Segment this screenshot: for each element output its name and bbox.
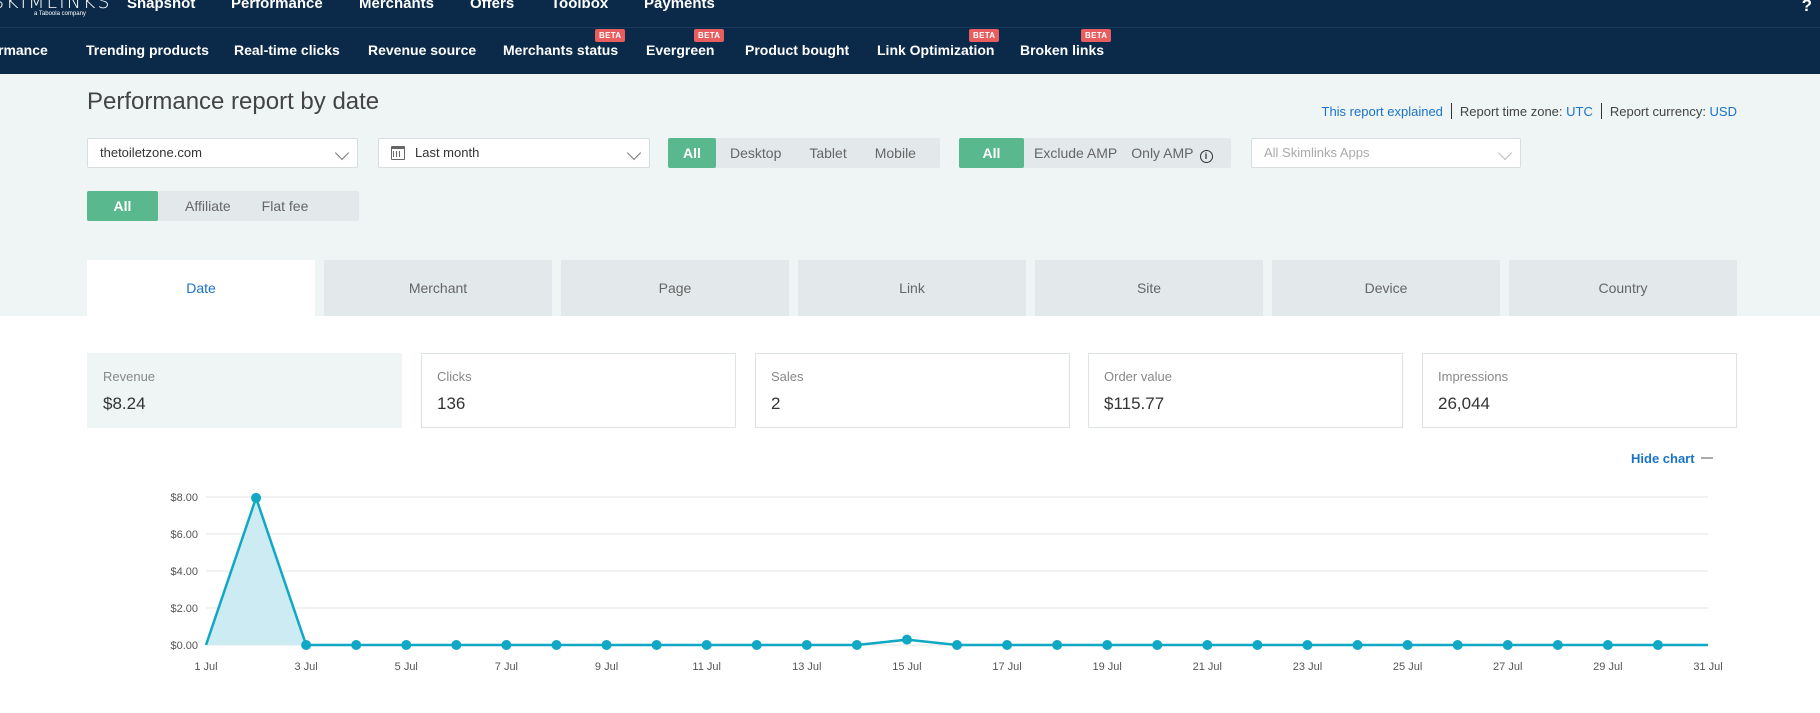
y-tick-label: $2.00: [170, 603, 198, 615]
data-point: [851, 640, 862, 650]
data-point: [1252, 640, 1263, 650]
data-point: [351, 640, 362, 650]
x-tick-label: 3 Jul: [295, 661, 318, 673]
data-point: [1352, 640, 1363, 650]
x-tick-label: 31 Jul: [1693, 661, 1722, 673]
data-point: [1502, 640, 1513, 650]
y-tick-label: $8.00: [170, 492, 198, 504]
x-tick-label: 5 Jul: [395, 661, 418, 673]
data-point: [1102, 640, 1113, 650]
x-tick-label: 27 Jul: [1493, 661, 1522, 673]
revenue-chart: $0.00 $2.00 $4.00 $6.00 $8.00 1 Jul 3 Jul 5 Jul…: [170, 492, 1722, 673]
data-point: [1152, 640, 1163, 650]
data-point: [1202, 640, 1213, 650]
x-tick-label: 1 Jul: [194, 661, 217, 673]
data-point: [1602, 640, 1613, 650]
data-point: [501, 640, 512, 650]
data-point: [551, 640, 562, 650]
data-point: [801, 640, 812, 650]
x-tick-label: 25 Jul: [1393, 661, 1422, 673]
data-point: [1452, 640, 1463, 650]
data-point: [1402, 640, 1413, 650]
data-point: [451, 640, 462, 650]
data-point: [701, 640, 712, 650]
data-point: [1302, 640, 1313, 650]
x-tick-label: 15 Jul: [892, 661, 921, 673]
x-tick-label: 19 Jul: [1093, 661, 1122, 673]
data-point: [751, 640, 762, 650]
data-point: [1052, 640, 1063, 650]
data-point: [1552, 640, 1563, 650]
x-tick-label: 13 Jul: [792, 661, 821, 673]
x-tick-label: 7 Jul: [495, 661, 518, 673]
data-point: [301, 640, 312, 650]
data-point: [601, 640, 612, 650]
data-point: [952, 640, 962, 650]
y-tick-label: $4.00: [170, 566, 198, 578]
x-tick-label: 23 Jul: [1293, 661, 1322, 673]
data-point: [901, 634, 912, 645]
data-point: [651, 640, 662, 650]
x-tick-label: 11 Jul: [692, 661, 721, 673]
y-tick-label: $6.00: [170, 529, 198, 541]
data-point: [251, 492, 262, 503]
data-point: [1002, 640, 1013, 650]
y-tick-label: $0.00: [170, 640, 198, 652]
x-tick-label: 21 Jul: [1193, 661, 1222, 673]
data-point: [401, 640, 412, 650]
data-point: [1652, 640, 1663, 650]
x-tick-label: 9 Jul: [595, 661, 618, 673]
x-tick-label: 29 Jul: [1593, 661, 1622, 673]
x-tick-label: 17 Jul: [992, 661, 1021, 673]
